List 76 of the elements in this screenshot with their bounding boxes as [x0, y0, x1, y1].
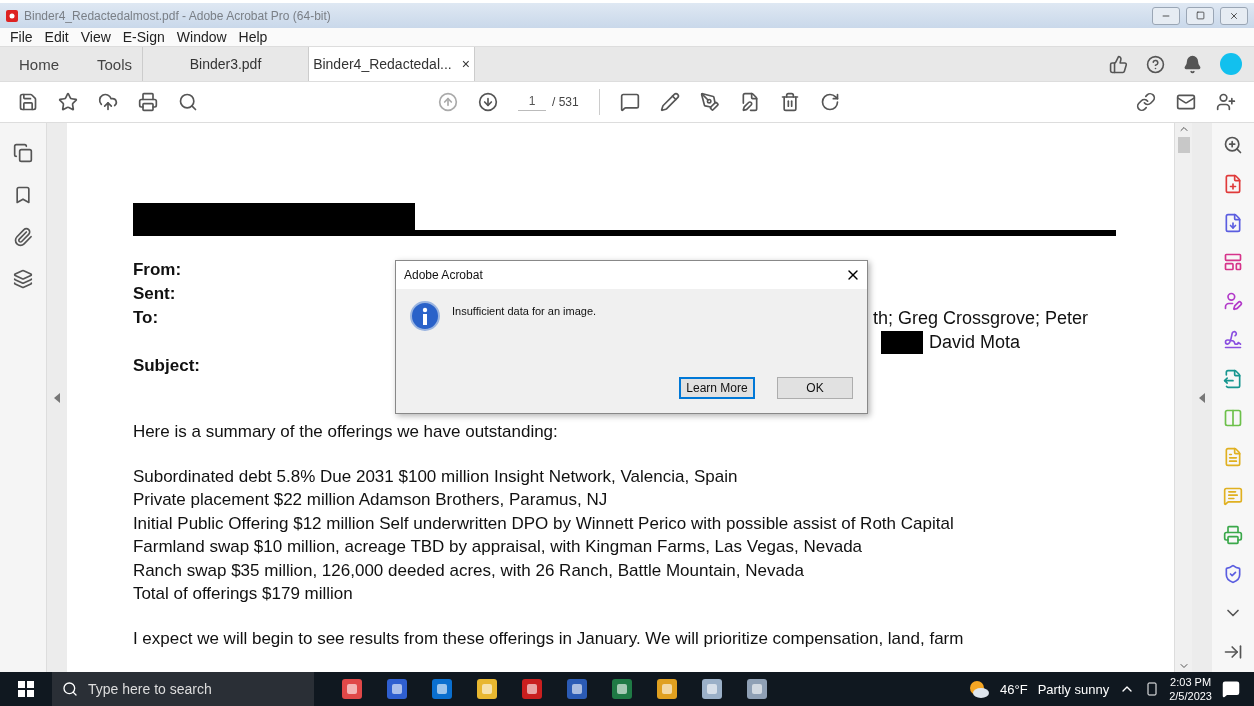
offering-line: Initial Public Offering $12 million Self underwritten DPO by Winnett Perico with possible assist of Roth Capital	[132, 512, 955, 535]
help-icon[interactable]	[1146, 54, 1165, 74]
menu-item[interactable]: File	[10, 29, 33, 45]
pen-icon[interactable]	[699, 92, 720, 112]
printer-icon[interactable]	[138, 92, 158, 112]
close-button[interactable]	[1220, 6, 1248, 25]
restore-button[interactable]	[1186, 6, 1214, 25]
bell-icon[interactable]	[1183, 54, 1202, 74]
windows-start-icon[interactable]	[18, 681, 34, 697]
offering-line: Ranch swap $35 million, 126,000 deeded acres, with 26 Ranch, Battle Mountain, Nevada	[132, 559, 805, 582]
document-tab[interactable]: Binder4_Redactedal... ×	[309, 47, 475, 81]
dialog-button[interactable]: Learn More	[679, 377, 755, 399]
menu-item[interactable]: View	[80, 29, 111, 45]
zoom-icon[interactable]	[1223, 135, 1244, 155]
temperature: 46°F	[1000, 681, 1028, 697]
menu-item[interactable]: E-Sign	[122, 29, 165, 45]
comment-icon[interactable]	[619, 92, 640, 112]
pages-icon[interactable]	[12, 143, 33, 163]
offering-line: Farmland swap $10 million, acreage TBD by appraisal, with Kingman Farms, Las Vegas, Nevada	[132, 536, 864, 558]
dialog-title: Adobe Acrobat	[404, 268, 483, 282]
signature-icon[interactable]	[1223, 330, 1244, 350]
paperclip-icon[interactable]	[12, 227, 33, 247]
close-icon	[1229, 10, 1239, 21]
search-icon[interactable]	[178, 92, 198, 112]
collapse-right-icon[interactable]	[1199, 392, 1206, 403]
paragraph: I expect we will begin to see results from these offerings in January. We will prioritize compensation, land, farm	[132, 627, 965, 650]
star-icon[interactable]	[58, 92, 78, 112]
offering-line: Private placement $22 million Adamson Brothers, Paramus, NJ	[132, 489, 609, 511]
tab-close[interactable]: ×	[461, 56, 470, 72]
scroll-thumb[interactable]	[1177, 137, 1190, 153]
page-number-field[interactable]: 1	[518, 93, 546, 111]
rotate-icon[interactable]	[819, 92, 840, 112]
layers-icon[interactable]	[12, 269, 33, 289]
window-title: Binder4_Redactedalmost.pdf - Adobe Acrobat Pro (64-bit)	[24, 8, 332, 23]
menu-item[interactable]: Window	[176, 29, 227, 45]
weather-icon	[968, 679, 990, 699]
notifications-icon[interactable]	[1222, 680, 1240, 698]
offering-line: Subordinated debt 5.8% Due 2031 $100 million Insight Network, Valencia, Spain	[132, 465, 739, 488]
file-download-icon[interactable]	[1223, 213, 1244, 233]
save-icon[interactable]	[18, 92, 38, 112]
offering-line: Total of offerings $179 million	[132, 583, 354, 605]
device-icon[interactable]	[1145, 681, 1160, 697]
mail-icon[interactable]	[1176, 92, 1196, 112]
user-pen-icon[interactable]	[1223, 291, 1244, 311]
recipient-text: th; Greg Crossgrove; Peter	[872, 307, 1088, 330]
collapse-panel-icon[interactable]	[1223, 642, 1244, 662]
field-label: From:	[132, 259, 183, 281]
restore-icon	[1195, 11, 1205, 20]
file-plus-icon[interactable]	[1223, 174, 1244, 194]
feedback-icon[interactable]	[1109, 54, 1128, 74]
pencil-icon[interactable]	[659, 92, 680, 112]
search-icon	[62, 681, 78, 697]
shield-icon[interactable]	[1223, 564, 1244, 584]
info-icon	[410, 301, 440, 331]
next-page-icon[interactable]	[478, 92, 498, 112]
nav-link[interactable]: Home	[0, 47, 78, 81]
page-total: / 531	[552, 95, 579, 109]
weather-text: Partly sunny	[1037, 681, 1110, 697]
taskbar-search-field[interactable]: Type here to search	[52, 672, 314, 706]
recipient-text: David Mota	[928, 331, 1020, 354]
field-label: Sent:	[132, 283, 177, 305]
trash-icon[interactable]	[779, 92, 800, 112]
field-label: Subject:	[132, 355, 201, 377]
collapse-left-icon[interactable]	[53, 392, 60, 403]
field-label: To:	[132, 307, 160, 329]
clock[interactable]: 2:03 PM 2/5/2023	[1169, 675, 1212, 703]
paragraph: Here is a summary of the offerings we have outstanding:	[132, 421, 559, 443]
dialog-button[interactable]: OK	[777, 377, 853, 399]
layout-icon[interactable]	[1223, 252, 1244, 272]
link-icon[interactable]	[1136, 92, 1156, 112]
file-export-icon[interactable]	[1223, 369, 1244, 389]
dialog-message: Insufficient data for an image.	[452, 305, 597, 319]
menu-item[interactable]: Help	[238, 29, 268, 45]
menu-item[interactable]: Edit	[44, 29, 69, 45]
add-user-icon[interactable]	[1216, 92, 1236, 112]
cloud-upload-icon[interactable]	[98, 92, 118, 112]
